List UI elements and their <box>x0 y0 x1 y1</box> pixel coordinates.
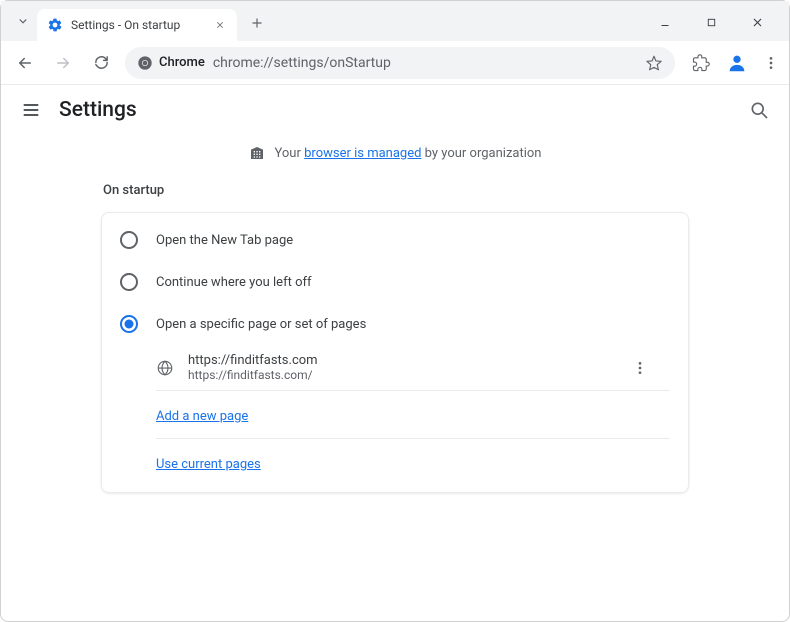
bookmark-button[interactable] <box>645 54 663 72</box>
startup-page-row: https://finditfasts.com https://finditfa… <box>156 345 670 391</box>
chevron-down-icon <box>16 14 30 28</box>
tab-strip: Settings - On startup <box>9 2 271 41</box>
settings-gear-icon <box>47 17 63 33</box>
managed-banner: Your browser is managed by your organiza… <box>1 135 789 177</box>
browser-menu-button[interactable] <box>763 55 779 71</box>
close-window-button[interactable] <box>743 8 771 36</box>
managed-link[interactable]: browser is managed <box>304 146 421 161</box>
star-icon <box>645 54 663 72</box>
more-vertical-icon <box>763 55 779 71</box>
reload-icon <box>93 54 110 71</box>
settings-content: On startup Open the New Tab page Continu… <box>1 177 789 493</box>
window-controls <box>651 8 781 36</box>
site-info[interactable]: Chrome <box>137 55 205 71</box>
hamburger-icon <box>21 100 41 120</box>
arrow-left-icon <box>16 54 34 72</box>
window-titlebar: Settings - On startup <box>1 1 789 41</box>
section-title: On startup <box>101 177 689 212</box>
site-label: Chrome <box>159 55 205 70</box>
settings-menu-button[interactable] <box>21 100 41 120</box>
option-new-tab[interactable]: Open the New Tab page <box>102 219 688 261</box>
option-specific-pages[interactable]: Open a specific page or set of pages <box>102 303 688 345</box>
maximize-button[interactable] <box>697 8 725 36</box>
use-current-link[interactable]: Use current pages <box>156 457 261 472</box>
page-more-button[interactable] <box>628 356 652 380</box>
startup-card: Open the New Tab page Continue where you… <box>101 212 689 493</box>
search-icon <box>749 100 769 120</box>
minimize-icon <box>659 16 671 28</box>
settings-header: Settings <box>1 85 789 135</box>
add-page-link[interactable]: Add a new page <box>156 409 248 424</box>
building-icon <box>249 145 265 161</box>
tab-search-button[interactable] <box>9 7 37 35</box>
page-url: https://finditfasts.com/ <box>188 368 614 382</box>
plus-icon <box>250 16 264 30</box>
startup-pages-list: https://finditfasts.com https://finditfa… <box>102 345 688 486</box>
forward-button[interactable] <box>49 49 77 77</box>
arrow-right-icon <box>54 54 72 72</box>
option-continue[interactable]: Continue where you left off <box>102 261 688 303</box>
profile-button[interactable] <box>725 51 749 75</box>
managed-text: Your browser is managed by your organiza… <box>275 146 542 161</box>
page-info: https://finditfasts.com https://finditfa… <box>188 353 614 382</box>
reload-button[interactable] <box>87 49 115 77</box>
settings-search-button[interactable] <box>749 100 769 120</box>
add-page-row: Add a new page <box>156 391 670 439</box>
radio-button[interactable] <box>120 315 138 333</box>
radio-button[interactable] <box>120 231 138 249</box>
option-label: Open a specific page or set of pages <box>156 317 366 332</box>
option-label: Open the New Tab page <box>156 233 293 248</box>
extensions-button[interactable] <box>691 53 711 73</box>
tab-close-button[interactable] <box>213 18 227 32</box>
chrome-icon <box>137 55 153 71</box>
extensions-icon <box>692 54 710 72</box>
browser-tab[interactable]: Settings - On startup <box>37 9 237 41</box>
browser-toolbar: Chrome chrome://settings/onStartup <box>1 41 789 85</box>
maximize-icon <box>706 17 717 28</box>
person-icon <box>726 52 748 74</box>
globe-icon <box>156 359 174 377</box>
toolbar-actions <box>685 51 779 75</box>
back-button[interactable] <box>11 49 39 77</box>
tab-title: Settings - On startup <box>71 18 205 32</box>
url-text: chrome://settings/onStartup <box>213 55 637 71</box>
new-tab-button[interactable] <box>243 9 271 37</box>
option-label: Continue where you left off <box>156 275 312 290</box>
close-icon <box>751 16 764 29</box>
more-vertical-icon <box>632 360 648 376</box>
address-bar[interactable]: Chrome chrome://settings/onStartup <box>125 47 675 79</box>
use-current-row: Use current pages <box>156 439 670 486</box>
page-name: https://finditfasts.com <box>188 353 614 368</box>
radio-button[interactable] <box>120 273 138 291</box>
close-icon <box>215 20 225 30</box>
minimize-button[interactable] <box>651 8 679 36</box>
page-title: Settings <box>59 98 137 122</box>
